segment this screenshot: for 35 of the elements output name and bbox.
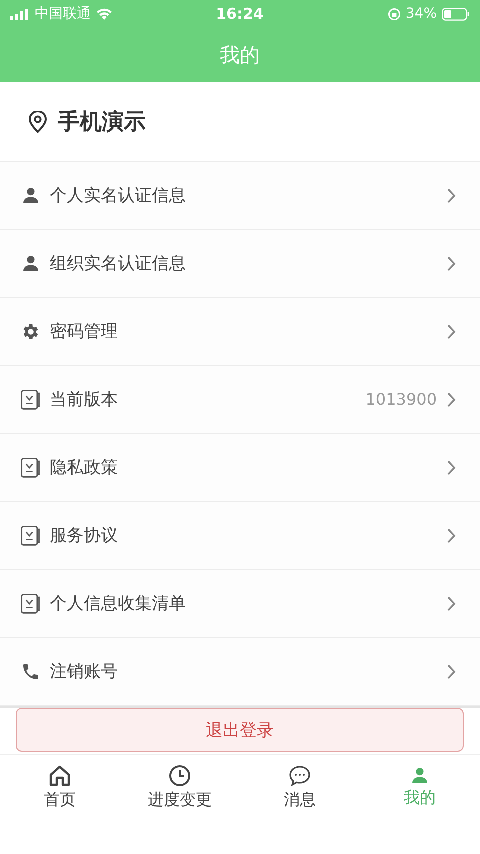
battery-icon [442,8,470,20]
gear-icon [21,322,41,342]
chevron-right-icon [447,528,456,544]
page-title: 我的 [220,42,260,68]
tab-item[interactable]: 首页 [0,755,120,819]
document-icon [20,388,42,410]
phone-icon [21,662,41,682]
logout-button[interactable]: 退出登录 [16,708,464,752]
chat-bubble-icon [288,764,312,788]
chevron-right-icon [447,664,456,680]
document-icon [20,524,42,546]
chevron-right-icon [447,460,456,476]
clock-icon [168,764,192,788]
home-icon [48,764,72,788]
battery-percent: 34% [406,6,437,22]
status-time: 16:24 [216,5,264,23]
chevron-right-icon [447,324,456,340]
rotation-lock-icon [388,8,401,20]
profile-name: 手机演示 [58,108,146,136]
location-pin-icon [28,110,48,132]
person-icon [21,186,41,206]
person-icon [21,254,41,274]
chevron-right-icon [447,392,456,408]
person-icon [410,766,430,786]
wifi-icon [96,8,113,20]
chevron-right-icon [447,596,456,612]
version-number: 1013900 [366,390,437,409]
tab-item[interactable]: 进度变更 [120,755,240,819]
document-icon [20,456,42,478]
document-icon [20,592,42,614]
tab-item[interactable]: 消息 [240,755,360,819]
chevron-right-icon [447,188,456,204]
chevron-right-icon [447,256,456,272]
signal-icon [10,8,30,20]
carrier-name: 中国联通 [35,5,91,23]
